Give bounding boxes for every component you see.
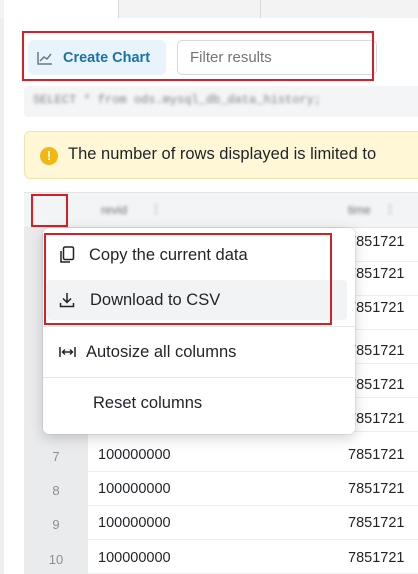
menu-item-label: Reset columns	[93, 393, 203, 412]
menu-item-label: Autosize all columns	[86, 342, 237, 361]
table-cell: 100000000	[98, 550, 171, 566]
row-number: 7	[52, 449, 60, 464]
menu-divider	[43, 326, 355, 327]
menu-divider	[43, 377, 355, 378]
column-menu-icon[interactable]: ⋮	[384, 202, 396, 216]
warning-text: The number of rows displayed is limited …	[68, 145, 377, 163]
table-cell: 7851721	[348, 515, 405, 531]
table-cell: 7851721	[348, 377, 405, 393]
query-text: SELECT * from ods.mysql_db_data_history;	[33, 93, 322, 107]
table-cell: 100000000	[98, 515, 171, 531]
menu-item-label: Copy the current data	[89, 245, 248, 264]
row-number: 8	[52, 483, 60, 498]
table-cell: 7851721	[348, 411, 405, 427]
tab-3[interactable]	[260, 0, 418, 18]
row-number: 10	[48, 552, 64, 567]
left-panel-edge	[0, 0, 4, 574]
table-cell: 100000000	[98, 481, 171, 497]
menu-item-copy-data[interactable]: Copy the current data	[43, 235, 355, 275]
menu-item-autosize-columns[interactable]: Autosize all columns	[43, 332, 355, 372]
table-cell: 7851721	[348, 447, 405, 463]
table-cell: 7851721	[348, 343, 405, 359]
row-number: 9	[52, 517, 60, 532]
filter-results-input[interactable]	[177, 40, 377, 75]
table-cell: 7851721	[348, 481, 405, 497]
download-icon	[59, 293, 75, 308]
column-header-revid[interactable]: revid	[101, 203, 127, 217]
table-cell: 7851721	[348, 234, 405, 250]
column-menu-icon[interactable]: ⋮	[150, 202, 162, 216]
table-cell: 100000000	[98, 447, 171, 463]
tab-2[interactable]	[118, 0, 261, 18]
copy-icon	[60, 246, 75, 263]
column-header-time[interactable]: time	[348, 203, 371, 217]
autosize-icon	[59, 347, 76, 357]
tab-active[interactable]	[4, 0, 118, 18]
menu-item-reset-columns[interactable]: Reset columns	[43, 383, 355, 423]
menu-item-download-csv[interactable]: Download to CSV	[47, 280, 347, 320]
warning-icon: !	[40, 147, 58, 165]
create-chart-label: Create Chart	[63, 49, 151, 66]
line-chart-icon	[37, 51, 52, 65]
table-cell: 7851721	[348, 550, 405, 566]
menu-item-label: Download to CSV	[90, 290, 221, 309]
create-chart-button[interactable]: Create Chart	[28, 40, 166, 75]
